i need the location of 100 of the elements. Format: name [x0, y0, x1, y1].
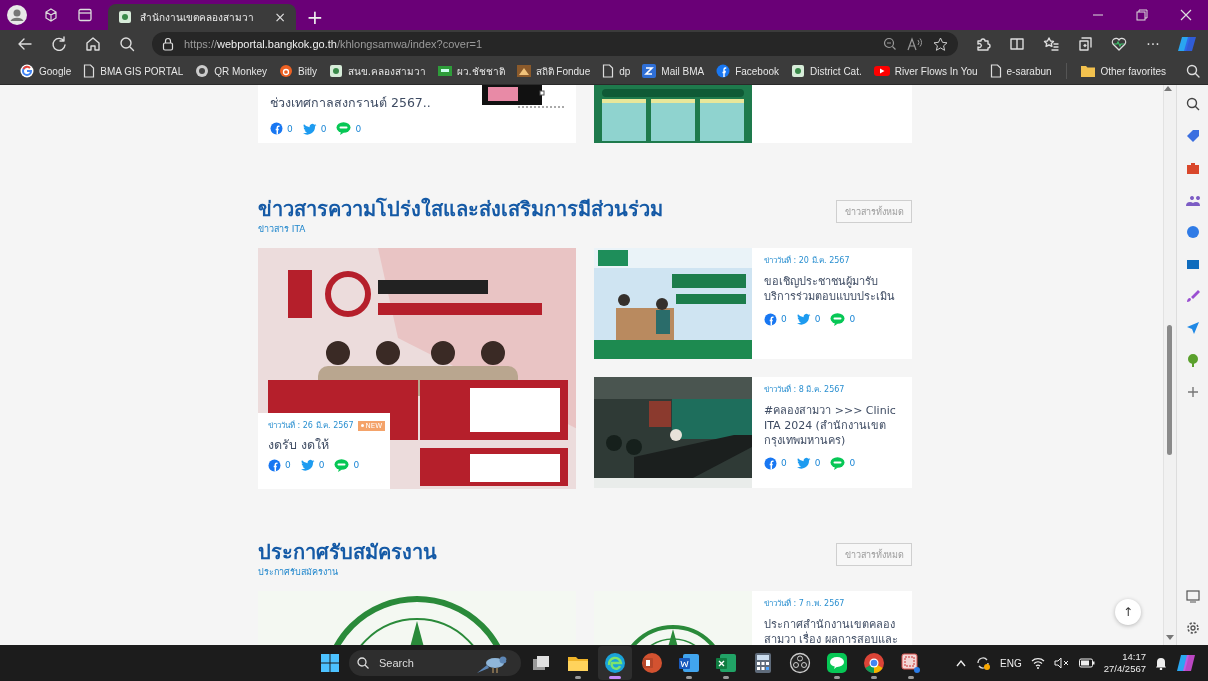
bookmark-item[interactable]: ผว.ชัชชาติ: [431, 60, 511, 82]
split-screen-icon: [1009, 36, 1025, 52]
share-count: 0: [318, 460, 325, 471]
news-card[interactable]: ข่าววันที่ : 20 มี.ค. 2567 ขอเชิญประชาชนผู้มารับบริการร่วมตอบแบบประเมิน 0 0 0: [594, 248, 912, 359]
bookmark-item[interactable]: District Cat.: [785, 60, 868, 82]
bookmark-item[interactable]: สนข.คลองสามวา: [322, 60, 432, 82]
star-list-icon: [1043, 36, 1059, 52]
zoom-out-button[interactable]: [883, 37, 897, 51]
taskbar-search-field[interactable]: Search: [377, 656, 465, 670]
clock-date: 27/4/2567: [1103, 663, 1146, 675]
favicon-icon: [516, 64, 531, 78]
address-bar[interactable]: https://webportal.bangkok.go.th/khlongsamwa/index?cover=1: [152, 32, 958, 56]
scrollbar[interactable]: [1163, 85, 1176, 645]
facebook-icon: [270, 122, 283, 135]
spreadsheet-app-icon: [715, 652, 737, 674]
home-icon: [85, 36, 101, 52]
news-card[interactable]: [594, 85, 912, 143]
browser-tab[interactable]: สำนักงานเขตคลองสามวา ×: [108, 4, 296, 30]
tag-icon: [1185, 129, 1200, 143]
bookmark-item[interactable]: สถิติ Fondue: [510, 60, 597, 82]
back-arrow-icon: [17, 36, 33, 52]
star-icon: [933, 36, 948, 52]
search-box[interactable]: Search: [349, 650, 521, 676]
facebook-icon: [764, 456, 777, 470]
section-title: ข่าวสารความโปร่งใสและส่งเสริมการมีส่วนร่วม: [258, 196, 663, 222]
twitter-bird-icon: [796, 313, 811, 326]
screen-icon: [1185, 589, 1200, 603]
bookmark-item[interactable]: dp: [596, 60, 637, 82]
chevron-up-icon: [956, 659, 967, 667]
news-date: ข่าววันที่ : 7 ก.พ. 2567: [764, 597, 846, 610]
bookmark-item[interactable]: River Flows In You: [867, 60, 984, 82]
bookmark-item[interactable]: Facebook: [710, 60, 786, 82]
news-card[interactable]: ข่าววันที่ : 7 ก.พ. 2567 ประกาศสำนักงานเขตคลองสามวา เรื่อง ผลการสอบและ: [594, 591, 912, 645]
browser-icon: [863, 652, 885, 674]
chat-bubble-icon: [830, 312, 846, 326]
share-count: 0: [355, 123, 362, 134]
clock-time: 14:17: [1122, 651, 1146, 663]
news-date: ข่าววันที่ : 26 มี.ค. 2567: [268, 419, 354, 432]
language-indicator[interactable]: ENG: [1000, 657, 1022, 669]
chat-bubble-icon: [830, 456, 846, 470]
bookmark-item[interactable]: Bitly: [273, 60, 323, 82]
share-count: 0: [287, 123, 293, 134]
cubes-icon: [43, 7, 59, 23]
search-icon: [357, 657, 369, 669]
muted-speaker-icon: [1053, 657, 1070, 669]
chat-app-icon: [826, 652, 848, 674]
news-card[interactable]: ข่าววันที่ : 8 มี.ค. 2567 #คลองสามวา >>> Clinic ITA 2024 (สำนักงานเขตกรุงเทพมหานคร) 0 0 0: [594, 377, 912, 488]
url-text: https://webportal.bangkok.go.th/khlongsamwa/index?cover=1: [184, 38, 484, 50]
mail-app-icon: [1185, 257, 1200, 271]
news-title[interactable]: ช่วงเทศกาลสงกรานต์ 2567..: [270, 95, 454, 112]
calculator-icon: [754, 652, 772, 674]
new-tab-button[interactable]: +: [300, 4, 330, 30]
taskbar-button[interactable]: [598, 646, 632, 680]
bell-icon: [1155, 656, 1167, 670]
read-aloud-button[interactable]: [907, 37, 923, 51]
avatar-icon: [7, 5, 27, 25]
news-title[interactable]: งดรับ งดให้: [268, 437, 380, 454]
favicon-icon: [328, 64, 343, 78]
bookmark-item[interactable]: e-sarabun: [983, 60, 1058, 82]
favicon-icon: [791, 64, 806, 78]
page-icon: [989, 64, 1002, 78]
scroll-down-icon: [1166, 635, 1174, 641]
other-favorites-button[interactable]: Other favorites: [1075, 60, 1172, 82]
news-title[interactable]: ขอเชิญประชาชนผู้มารับบริการร่วมตอบแบบประเมิน: [764, 275, 902, 305]
document-app-icon: [678, 652, 700, 674]
windows-logo-icon: [320, 653, 340, 673]
news-title[interactable]: ประกาศสำนักงานเขตคลองสามวา เรื่อง ผลการสอบและ: [764, 618, 902, 645]
favorite-button[interactable]: [933, 36, 948, 52]
aperture-icon: [789, 652, 811, 674]
search-icon: [1186, 64, 1200, 78]
favicon-icon: [642, 64, 657, 78]
zoom-out-icon: [883, 37, 897, 51]
section-subtitle[interactable]: ประกาศรับสมัครงาน: [258, 565, 437, 579]
twitter-bird-icon: [302, 122, 317, 135]
news-card[interactable]: ช่วงเทศกาลสงกรานต์ 2567.. 0 0 0: [258, 85, 576, 143]
favicon-icon: [20, 64, 34, 78]
bookmark-item[interactable]: BMA GIS PORTAL: [77, 60, 190, 82]
send-icon: [1185, 321, 1200, 335]
browser-icon: [604, 652, 626, 674]
bookmark-item[interactable]: QR Monkey: [189, 60, 274, 82]
bookmark-item[interactable]: Mail BMA: [636, 60, 711, 82]
show-hidden-icons-button[interactable]: [956, 659, 967, 667]
back-to-top-button[interactable]: ↑: [1115, 599, 1141, 625]
news-title[interactable]: #คลองสามวา >>> Clinic ITA 2024 (สำนักงานเขตกรุงเทพมหานคร): [764, 404, 902, 449]
favicon-icon: [195, 64, 210, 78]
tree-icon: [1185, 353, 1200, 367]
facebook-icon: [764, 312, 777, 326]
share-count: 0: [781, 458, 787, 469]
more-button[interactable]: ···: [1138, 31, 1168, 57]
read-aloud-icon: [907, 37, 923, 51]
bookmark-item[interactable]: Google: [14, 60, 78, 82]
news-date: ข่าววันที่ : 20 มี.ค. 2567: [764, 254, 851, 267]
clock[interactable]: 14:17 27/4/2567: [1103, 651, 1146, 675]
page-icon: [83, 64, 96, 78]
sync-icon: [975, 655, 992, 671]
copilot-icon: [1176, 653, 1196, 673]
chat-bubble-icon: [334, 458, 350, 472]
collections-icon: [1077, 36, 1093, 52]
facebook-icon: [268, 458, 281, 472]
section-subtitle[interactable]: ข่าวสาร ITA: [258, 222, 663, 236]
